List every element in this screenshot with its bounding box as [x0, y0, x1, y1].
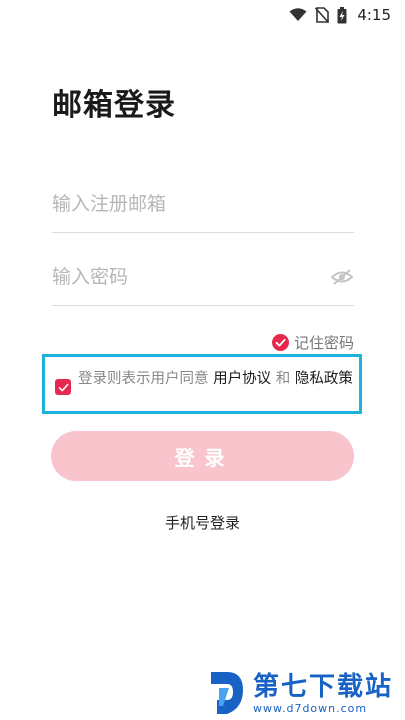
watermark: 第七下载站 www.d7down.com: [207, 670, 393, 716]
password-field-container: [52, 249, 354, 306]
page-title: 邮箱登录: [52, 88, 176, 123]
no-sim-icon: [315, 7, 330, 23]
wifi-icon: [289, 8, 307, 21]
privacy-policy-link[interactable]: 隐私政策: [295, 371, 353, 387]
agreement-and: 和: [271, 371, 295, 387]
phone-login-link[interactable]: 手机号登录: [0, 512, 405, 533]
email-input[interactable]: [52, 193, 354, 215]
watermark-url: www.d7down.com: [252, 701, 368, 715]
password-visibility-toggle[interactable]: [330, 265, 354, 289]
watermark-name: 第七下载站: [252, 671, 393, 702]
agreement-checkbox[interactable]: [55, 379, 71, 395]
email-field-container: [52, 176, 354, 233]
status-time: 4:15: [357, 6, 391, 24]
status-bar: 4:15: [0, 0, 405, 30]
password-input[interactable]: [52, 266, 322, 288]
d7-logo-icon: [210, 672, 243, 714]
watermark-text: 第七下载站 www.d7down.com: [253, 672, 393, 715]
agreement-prefix: 登录则表示用户同意: [78, 371, 214, 387]
login-button[interactable]: 登录: [51, 431, 354, 481]
remember-password-toggle[interactable]: 记住密码: [271, 332, 354, 353]
user-agreement-link[interactable]: 用户协议: [213, 371, 271, 387]
remember-password-label: 记住密码: [293, 334, 354, 352]
eye-closed-icon: [330, 269, 354, 285]
battery-charging-icon: [337, 6, 347, 23]
agreement-text: 登录则表示用户同意 用户协议 和 隐私政策: [78, 369, 360, 390]
checkmark-icon: [58, 383, 68, 391]
check-circle-icon: [271, 334, 289, 351]
